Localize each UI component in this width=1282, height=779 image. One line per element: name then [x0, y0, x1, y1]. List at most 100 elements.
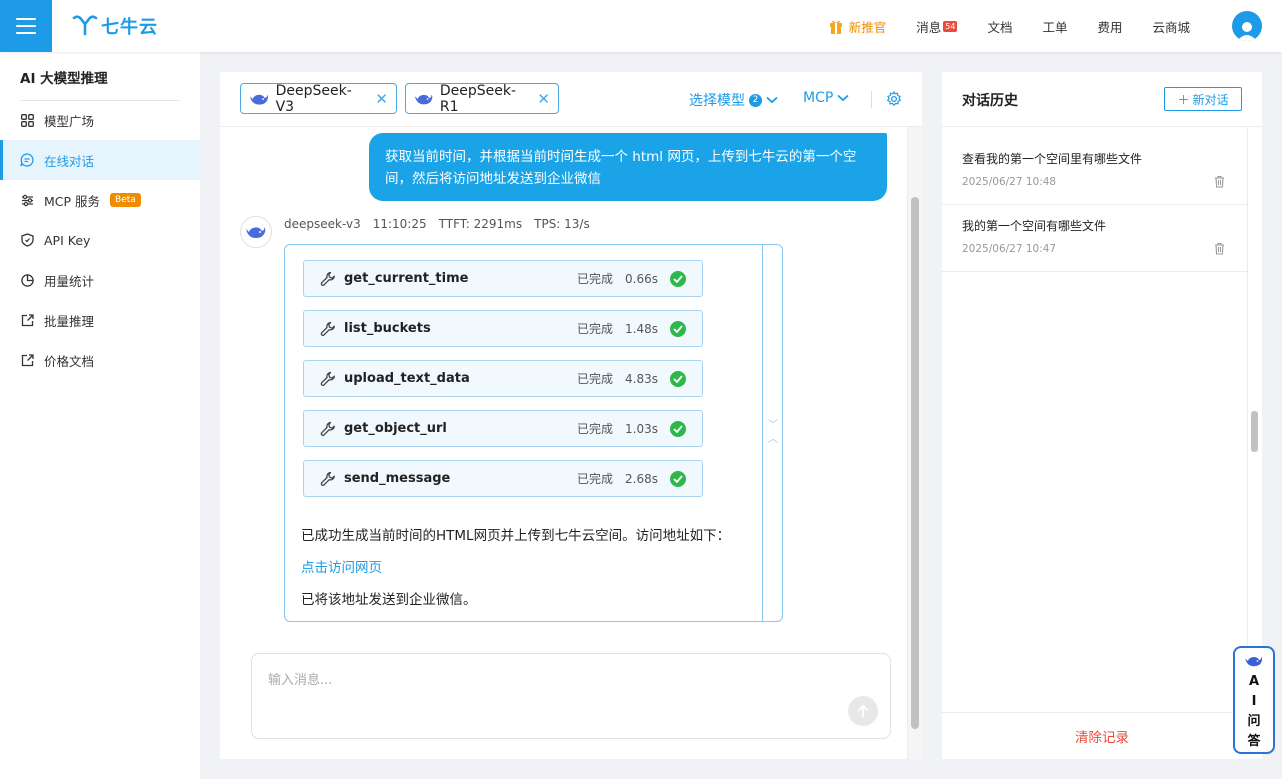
- model-tag-label: DeepSeek-R1: [439, 82, 517, 115]
- check-circle-icon: [670, 370, 686, 387]
- sidebar-item-label: 模型广场: [44, 113, 95, 129]
- new-chat-button[interactable]: ＋ 新对话: [1164, 87, 1242, 111]
- model-tag-deepseek-r1[interactable]: DeepSeek-R1 ✕: [405, 82, 559, 115]
- scrollbar-thumb[interactable]: [911, 197, 919, 729]
- tool-call-item[interactable]: list_buckets 已完成 1.48s: [303, 310, 703, 347]
- user-icon: [1237, 22, 1257, 41]
- tool-status: 已完成: [577, 372, 614, 386]
- bot-ttft: TTFT: 2291ms: [438, 217, 523, 231]
- logo[interactable]: 七牛云: [72, 13, 158, 39]
- bot-model-name: deepseek-v3: [284, 217, 361, 231]
- sidebar-item-label: API Key: [44, 232, 91, 248]
- check-circle-icon: [670, 270, 686, 287]
- mcp-label: MCP: [803, 90, 834, 106]
- tool-call-item[interactable]: upload_text_data 已完成 4.83s: [303, 360, 703, 397]
- gear-icon[interactable]: [886, 90, 902, 111]
- nav-tickets[interactable]: 工单: [1042, 17, 1067, 36]
- bot-response-card: get_current_time 已完成 0.66s list_buckets …: [284, 244, 783, 622]
- history-panel: 对话历史 ＋ 新对话 查看我的第一个空间里有哪些文件 2025/06/27 10…: [942, 72, 1262, 759]
- nav-messages[interactable]: 消息 54: [916, 17, 958, 36]
- tool-name: get_current_time: [344, 271, 469, 286]
- sidebar-item-batch[interactable]: 批量推理: [0, 300, 200, 340]
- chat-header: DeepSeek-V3 ✕ DeepSeek-R1 ✕ 选择模型 2 MCP: [220, 72, 922, 127]
- grid-icon: [20, 113, 34, 127]
- history-item-title: 查看我的第一个空间里有哪些文件: [962, 152, 1143, 166]
- collapse-toggle[interactable]: ﹀ ︿: [762, 245, 782, 621]
- close-icon[interactable]: ✕: [375, 90, 388, 108]
- wrench-icon: [320, 471, 335, 486]
- header-divider: [871, 91, 872, 108]
- history-item-date: 2025/06/27 10:48: [962, 176, 1057, 188]
- messages-badge: 54: [943, 20, 958, 32]
- nav-messages-label: 消息: [916, 19, 942, 35]
- ai-assistant-widget[interactable]: AI问答: [1233, 646, 1275, 754]
- wrench-icon: [320, 371, 335, 386]
- tool-status: 已完成: [577, 322, 614, 336]
- select-model-dropdown[interactable]: 选择模型 2: [689, 90, 778, 110]
- sidebar-item-label: 用量统计: [44, 273, 95, 289]
- external-link-icon: [20, 353, 34, 367]
- deepseek-whale-icon: [249, 93, 269, 105]
- nav-promo-label: 新推官: [848, 19, 887, 35]
- history-item[interactable]: 查看我的第一个空间里有哪些文件 2025/06/27 10:48: [942, 138, 1247, 205]
- send-button[interactable]: [848, 696, 878, 726]
- history-footer: 清除记录: [942, 712, 1262, 759]
- sidebar-item-usage[interactable]: 用量统计: [0, 260, 200, 300]
- tool-duration: 1.48s: [625, 321, 658, 336]
- visit-page-link[interactable]: 点击访问网页: [301, 556, 382, 576]
- wrench-icon: [320, 321, 335, 336]
- history-item[interactable]: 我的第一个空间有哪些文件 2025/06/27 10:47: [942, 205, 1247, 272]
- sidebar-item-label: 在线对话: [44, 153, 95, 169]
- sidebar: AI 大模型推理 模型广场 在线对话 MCP 服务 Beta API Key 用…: [0, 52, 200, 779]
- chevron-down-icon: [766, 96, 778, 104]
- model-tag-deepseek-v3[interactable]: DeepSeek-V3 ✕: [240, 83, 397, 115]
- tool-duration: 4.83s: [625, 371, 658, 386]
- mcp-dropdown[interactable]: MCP: [803, 90, 849, 106]
- tool-call-item[interactable]: send_message 已完成 2.68s: [303, 460, 703, 497]
- deepseek-whale-icon: [414, 93, 433, 104]
- check-circle-icon: [670, 420, 686, 437]
- tool-name: send_message: [344, 471, 451, 486]
- sidebar-item-mcp[interactable]: MCP 服务 Beta: [0, 180, 200, 220]
- sidebar-item-api-key[interactable]: API Key: [0, 220, 200, 260]
- new-chat-label: 新对话: [1192, 92, 1229, 107]
- top-bar: 七牛云 新推官 消息 54 文档 工单 费用 云商城: [0, 0, 1282, 52]
- sidebar-item-model-square[interactable]: 模型广场: [0, 100, 200, 140]
- scrollbar-thumb[interactable]: [1251, 411, 1258, 452]
- tool-call-item[interactable]: get_current_time 已完成 0.66s: [303, 260, 703, 297]
- sidebar-item-label: MCP 服务: [44, 193, 101, 209]
- tool-name: upload_text_data: [344, 371, 470, 386]
- external-link-icon: [20, 313, 34, 327]
- nav-docs[interactable]: 文档: [987, 17, 1012, 36]
- nav-billing[interactable]: 费用: [1097, 17, 1122, 36]
- menu-toggle-button[interactable]: [0, 0, 52, 52]
- top-nav: 新推官 消息 54 文档 工单 费用 云商城: [829, 0, 1282, 52]
- history-scrollbar[interactable]: [1247, 127, 1262, 712]
- close-icon[interactable]: ✕: [537, 90, 550, 108]
- tool-status: 已完成: [577, 422, 614, 436]
- shield-icon: [20, 233, 34, 247]
- tool-name: list_buckets: [344, 321, 431, 336]
- pie-chart-icon: [20, 273, 34, 287]
- deepseek-whale-icon: [246, 227, 266, 238]
- select-model-count: 2: [749, 93, 762, 107]
- logo-text: 七牛云: [101, 17, 158, 38]
- message-input[interactable]: 输入消息...: [251, 653, 891, 739]
- nav-market[interactable]: 云商城: [1152, 17, 1190, 36]
- trash-icon[interactable]: [1214, 175, 1225, 192]
- tool-call-item[interactable]: get_object_url 已完成 1.03s: [303, 410, 703, 447]
- chevron-down-icon: ﹀: [768, 420, 778, 431]
- history-item-date: 2025/06/27 10:47: [962, 243, 1057, 255]
- trash-icon[interactable]: [1214, 242, 1225, 259]
- tool-status: 已完成: [577, 472, 614, 486]
- tool-name: get_object_url: [344, 421, 447, 436]
- sidebar-item-pricing[interactable]: 价格文档: [0, 340, 200, 380]
- nav-promo[interactable]: 新推官: [829, 17, 887, 36]
- chat-scrollbar[interactable]: [907, 127, 922, 759]
- history-title: 对话历史: [962, 93, 1018, 109]
- clear-history-button[interactable]: 清除记录: [1075, 726, 1129, 746]
- avatar[interactable]: [1232, 11, 1262, 41]
- gift-icon: [829, 20, 842, 34]
- response-text: 已成功生成当前时间的HTML网页并上传到七牛云空间。访问地址如下：: [301, 528, 731, 544]
- sidebar-item-online-chat[interactable]: 在线对话: [0, 140, 200, 180]
